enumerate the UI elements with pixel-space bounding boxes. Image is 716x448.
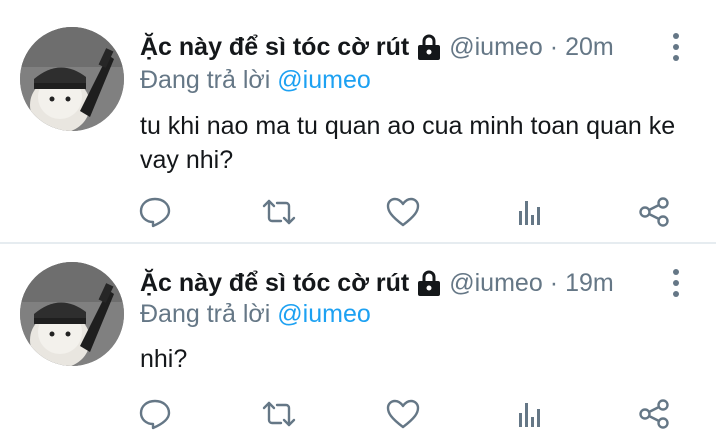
retweet-button[interactable] [261,192,297,232]
author-name[interactable]: Ặc này để sì tóc cờ rút [140,33,409,62]
like-icon [386,399,420,429]
separator-dot: · [549,32,559,61]
reply-prefix: Đang trả lời [140,66,271,94]
lock-icon [417,34,441,60]
tweet-header: Ặc này để sì tóc cờ rút @iumeo · 19m [140,265,614,301]
tweet-text: tu khi nao ma tu quan ao cua minh toan q… [140,112,676,174]
replying-to: Đang trả lời @iumeo [140,300,371,329]
reply-button[interactable] [137,394,173,434]
analytics-button[interactable] [512,192,548,232]
reply-icon [139,197,171,228]
tweet-text: nhi? [140,345,188,373]
share-icon [639,399,669,429]
author-name[interactable]: Ặc này để sì tóc cờ rút [140,269,409,298]
more-options-icon[interactable] [664,268,688,298]
like-icon [386,197,420,227]
author-handle[interactable]: @iumeo [449,33,542,62]
tweet[interactable]: Ặc này để sì tóc cờ rút @iumeo · 19m Đan… [0,244,716,448]
analytics-button[interactable] [512,394,548,434]
share-button[interactable] [636,394,672,434]
lock-icon [417,270,441,296]
tweet-actions [0,192,716,232]
analytics-icon [519,403,540,427]
separator-dot: · [549,268,559,297]
avatar[interactable] [20,262,124,366]
tweet-actions [0,394,716,434]
retweet-button[interactable] [261,394,297,434]
replying-to: Đang trả lời @iumeo [140,66,371,95]
like-button[interactable] [385,394,421,434]
analytics-icon [519,201,540,225]
reply-prefix: Đang trả lời [140,300,271,328]
author-handle[interactable]: @iumeo [449,269,542,298]
reply-mention[interactable]: @iumeo [277,300,370,328]
like-button[interactable] [385,192,421,232]
reply-icon [139,399,171,430]
share-button[interactable] [636,192,672,232]
timestamp[interactable]: 20m [565,33,614,62]
reply-button[interactable] [137,192,173,232]
timestamp[interactable]: 19m [565,269,614,298]
retweet-icon [262,401,296,427]
tweet[interactable]: Ặc này để sì tóc cờ rút @iumeo · 20m Đan… [0,0,716,244]
retweet-icon [262,199,296,225]
reply-mention[interactable]: @iumeo [277,66,370,94]
more-options-icon[interactable] [664,32,688,62]
tweet-header: Ặc này để sì tóc cờ rút @iumeo · 20m [140,29,614,65]
share-icon [639,197,669,227]
avatar[interactable] [20,27,124,131]
